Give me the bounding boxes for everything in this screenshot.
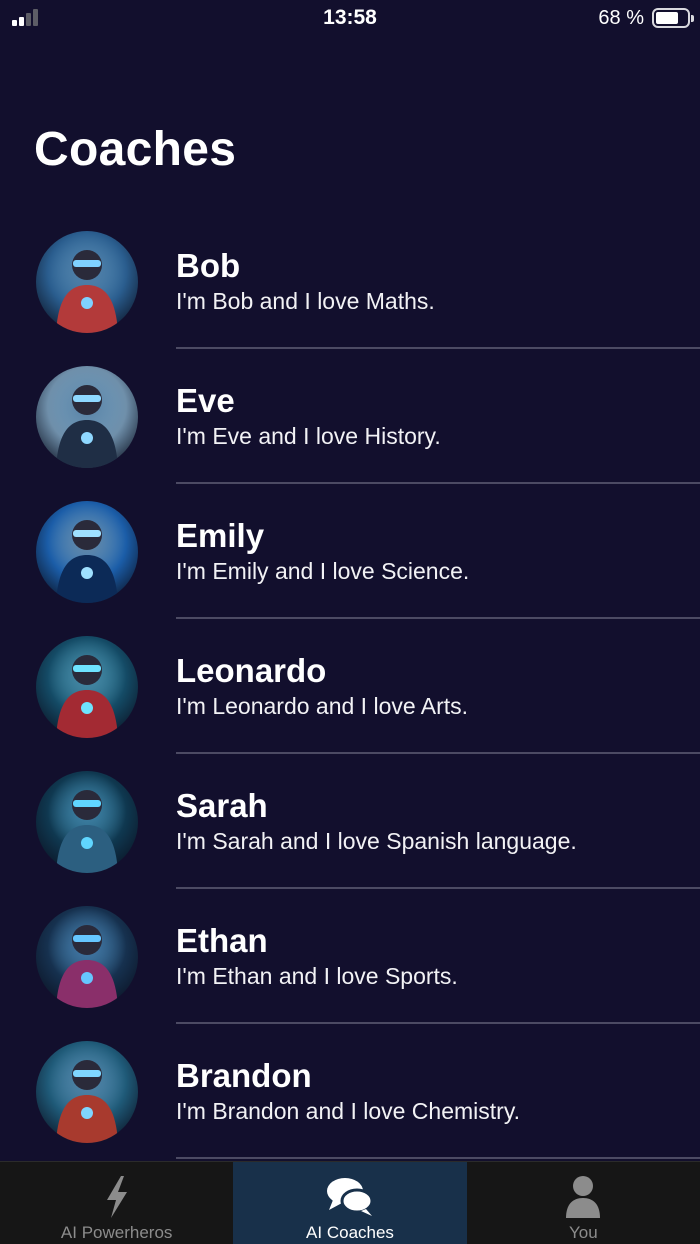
coach-row[interactable]: Brandon I'm Brandon and I love Chemistry… [0, 1024, 700, 1159]
coach-name: Emily [176, 517, 265, 554]
coach-name: Leonardo [176, 652, 327, 689]
tab-ai-powerheros[interactable]: AI Powerheros [0, 1162, 233, 1244]
page-title: Coaches [34, 123, 237, 176]
coach-avatar [36, 501, 138, 603]
tab-you[interactable]: You [467, 1162, 700, 1244]
coach-list: Bob I'm Bob and I love Maths. Eve I'm Ev… [0, 214, 700, 1159]
coach-avatar [36, 771, 138, 873]
coach-name: Sarah [176, 787, 268, 824]
coach-row[interactable]: Leonardo I'm Leonardo and I love Arts. [0, 619, 700, 754]
coach-row[interactable]: Eve I'm Eve and I love History. [0, 349, 700, 484]
coach-name: Brandon [176, 1057, 312, 1094]
coach-description: I'm Brandon and I love Chemistry. [176, 1098, 521, 1124]
coach-avatar [36, 231, 138, 333]
coach-description: I'm Eve and I love History. [176, 423, 441, 449]
coach-row[interactable]: Emily I'm Emily and I love Science. [0, 484, 700, 619]
tab-label: AI Powerheros [60, 1223, 173, 1242]
coaches-screen: 13:58 68 % Coaches Bob I'm Bob and I lov… [0, 0, 700, 1244]
person-icon [566, 1176, 601, 1218]
tab-ai-coaches[interactable]: AI Coaches [233, 1162, 467, 1244]
bolt-icon [106, 1176, 127, 1218]
coach-row[interactable]: Sarah I'm Sarah and I love Spanish langu… [0, 754, 700, 889]
status-bar: 13:58 68 % [0, 0, 700, 36]
coach-description: I'm Bob and I love Maths. [176, 288, 435, 314]
coach-name: Eve [176, 382, 235, 419]
battery-icon [652, 8, 694, 28]
coach-description: I'm Leonardo and I love Arts. [176, 693, 469, 719]
coach-avatar [36, 1041, 138, 1143]
coach-description: I'm Sarah and I love Spanish language. [176, 828, 577, 854]
coach-description: I'm Emily and I love Science. [176, 558, 470, 584]
tab-bar: AI Powerheros AI Coaches You [0, 1161, 700, 1244]
coach-avatar [36, 906, 138, 1008]
chat-bubbles-icon [326, 1178, 374, 1216]
coach-avatar [36, 366, 138, 468]
coach-avatar [36, 636, 138, 738]
coach-row[interactable]: Ethan I'm Ethan and I love Sports. [0, 889, 700, 1024]
coach-row[interactable]: Bob I'm Bob and I love Maths. [0, 214, 700, 349]
tab-label: AI Coaches [306, 1223, 394, 1242]
row-divider [176, 1157, 700, 1159]
coach-description: I'm Ethan and I love Sports. [176, 963, 458, 989]
battery-percentage: 68 % [598, 7, 644, 29]
tab-label: You [568, 1223, 598, 1242]
status-time: 13:58 [323, 6, 377, 29]
coach-name: Ethan [176, 922, 268, 959]
coach-name: Bob [176, 247, 241, 284]
